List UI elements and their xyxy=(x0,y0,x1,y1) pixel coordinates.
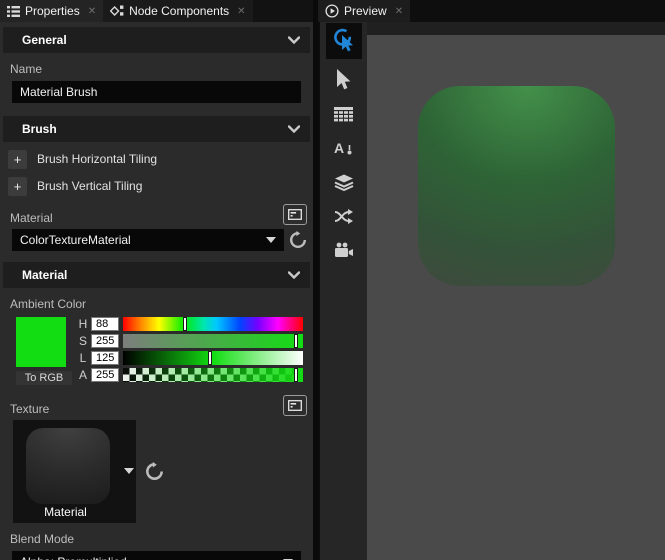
lightness-channel-row: L 125 xyxy=(78,351,303,365)
property-label: Brush Horizontal Tiling xyxy=(37,152,157,166)
texture-selector: Material xyxy=(13,420,313,523)
texture-thumbnail[interactable] xyxy=(26,428,110,504)
slider-handle[interactable] xyxy=(208,351,212,365)
tab-label: Properties xyxy=(25,4,80,18)
section-title: Brush xyxy=(22,122,288,136)
ambient-color-label: Ambient Color xyxy=(10,297,313,311)
node-components-icon xyxy=(110,5,124,17)
preview-toolbar: A xyxy=(318,22,367,560)
window-icon xyxy=(288,400,302,411)
section-header-general[interactable]: General xyxy=(3,27,310,53)
revert-material-button[interactable] xyxy=(288,230,308,250)
play-circle-icon xyxy=(325,4,339,18)
chevron-down-icon xyxy=(288,36,300,44)
property-label: Brush Vertical Tiling xyxy=(37,179,142,193)
slider-handle[interactable] xyxy=(183,317,187,331)
alpha-value-input[interactable]: 255 xyxy=(91,368,119,382)
lightness-slider[interactable] xyxy=(123,351,303,365)
section-header-brush[interactable]: Brush xyxy=(3,116,310,142)
preview-panel: Preview ✕ xyxy=(318,0,665,560)
camera-icon xyxy=(334,242,354,259)
hue-channel-row: H 88 xyxy=(78,317,303,331)
section-header-material[interactable]: Material xyxy=(3,262,310,288)
section-title: General xyxy=(22,33,288,47)
layers-icon xyxy=(334,174,354,191)
material-label: Material xyxy=(10,211,53,225)
svg-text:A: A xyxy=(334,140,344,156)
tab-label: Preview xyxy=(344,4,387,18)
to-rgb-button[interactable]: To RGB xyxy=(16,371,72,385)
window-icon xyxy=(288,209,302,220)
slider-handle[interactable] xyxy=(294,368,298,382)
preview-material-brush-object[interactable] xyxy=(418,86,615,286)
texture-preview[interactable]: Material xyxy=(13,420,136,523)
camera-tool-button[interactable] xyxy=(326,233,362,267)
text-node-icon: A xyxy=(334,140,354,157)
blend-mode-label: Blend Mode xyxy=(10,532,313,546)
add-property-button[interactable]: + xyxy=(8,177,27,196)
grid-tool-button[interactable] xyxy=(326,97,362,131)
brush-horizontal-tiling-row: + Brush Horizontal Tiling xyxy=(8,149,313,169)
close-icon[interactable]: ✕ xyxy=(395,6,403,17)
preview-tabbar: Preview ✕ xyxy=(318,0,665,22)
grid-icon xyxy=(334,107,353,122)
saturation-slider[interactable] xyxy=(123,334,303,348)
revert-icon xyxy=(145,462,164,481)
properties-panel: Properties ✕ Node Components ✕ General N… xyxy=(0,0,313,560)
interact-tool-button[interactable] xyxy=(326,23,362,59)
tab-label: Node Components xyxy=(129,4,229,18)
open-texture-editor-button[interactable] xyxy=(283,395,307,416)
chevron-down-icon xyxy=(266,237,276,243)
select-tool-icon xyxy=(335,69,353,91)
channel-label: L xyxy=(78,351,88,365)
kanzi-studio-window: Properties ✕ Node Components ✕ General N… xyxy=(0,0,665,560)
revert-icon xyxy=(289,231,307,249)
dropdown-value: ColorTextureMaterial xyxy=(20,233,131,247)
shuffle-tool-button[interactable] xyxy=(326,199,362,233)
brush-vertical-tiling-row: + Brush Vertical Tiling xyxy=(8,176,313,196)
preview-viewport[interactable] xyxy=(367,35,665,560)
section-title: Material xyxy=(22,268,288,282)
channel-label: S xyxy=(78,334,88,348)
alpha-slider[interactable] xyxy=(123,368,303,382)
chevron-down-icon xyxy=(288,125,300,133)
texture-label: Texture xyxy=(10,402,49,416)
select-tool-button[interactable] xyxy=(326,63,362,97)
tab-preview[interactable]: Preview ✕ xyxy=(318,0,410,22)
tab-properties[interactable]: Properties ✕ xyxy=(0,0,103,22)
name-input[interactable]: Material Brush xyxy=(12,81,301,103)
saturation-value-input[interactable]: 255 xyxy=(91,334,119,348)
saturation-channel-row: S 255 xyxy=(78,334,303,348)
dropdown-value: Alpha: Premultiplied xyxy=(20,555,127,560)
lightness-value-input[interactable]: 125 xyxy=(91,351,119,365)
open-material-editor-button[interactable] xyxy=(283,204,307,225)
slider-handle[interactable] xyxy=(294,334,298,348)
close-icon[interactable]: ✕ xyxy=(88,6,96,17)
hue-slider[interactable] xyxy=(123,317,303,331)
chevron-down-icon[interactable] xyxy=(124,468,134,474)
chevron-down-icon xyxy=(288,271,300,279)
name-label: Name xyxy=(10,62,313,76)
channel-label: A xyxy=(78,368,88,382)
blend-mode-dropdown[interactable]: Alpha: Premultiplied xyxy=(12,551,301,560)
shuffle-icon xyxy=(334,208,354,225)
close-icon[interactable]: ✕ xyxy=(237,6,245,17)
revert-texture-button[interactable] xyxy=(144,462,164,482)
add-property-button[interactable]: + xyxy=(8,150,27,169)
interact-tool-icon xyxy=(332,28,356,54)
alpha-channel-row: A 255 xyxy=(78,368,303,382)
tab-node-components[interactable]: Node Components ✕ xyxy=(103,0,252,22)
texture-name: Material xyxy=(13,505,118,519)
color-swatch[interactable] xyxy=(16,317,66,367)
material-dropdown[interactable]: ColorTextureMaterial xyxy=(12,229,284,251)
text-node-tool-button[interactable]: A xyxy=(326,131,362,165)
layers-tool-button[interactable] xyxy=(326,165,362,199)
channel-label: H xyxy=(78,317,88,331)
list-icon xyxy=(7,6,20,17)
left-tabbar: Properties ✕ Node Components ✕ xyxy=(0,0,313,22)
hue-value-input[interactable]: 88 xyxy=(91,317,119,331)
color-picker: To RGB H 88 S 255 L 125 xyxy=(16,317,303,385)
